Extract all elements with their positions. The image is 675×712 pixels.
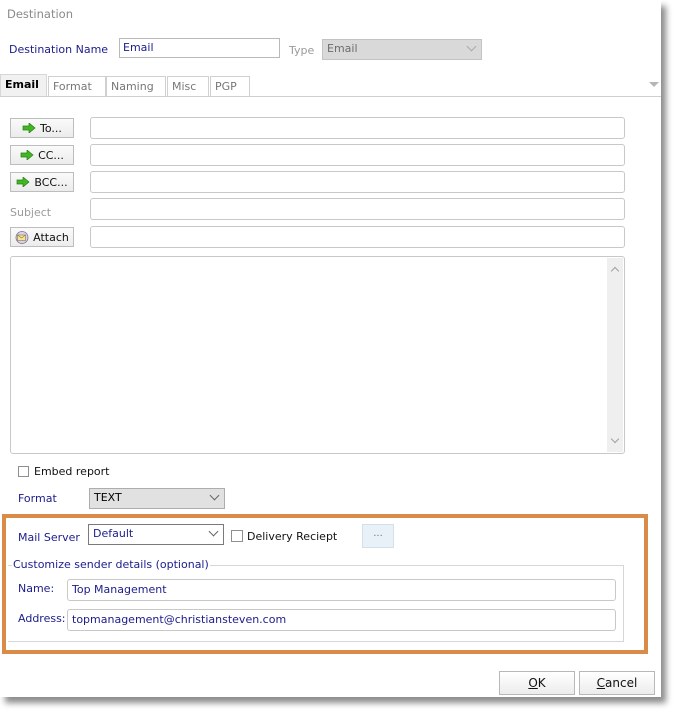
tab-misc[interactable]: Misc xyxy=(167,76,209,96)
chevron-down-icon xyxy=(208,526,219,537)
format-label: Format xyxy=(18,492,57,505)
tab-divider xyxy=(0,96,661,97)
type-select-value: Email xyxy=(327,42,358,55)
destination-name-input[interactable]: Email xyxy=(119,38,280,58)
scroll-up-icon[interactable] xyxy=(610,266,620,276)
to-input[interactable] xyxy=(90,117,625,139)
ok-label: K xyxy=(537,676,546,690)
bcc-input[interactable] xyxy=(90,171,625,193)
cancel-label: ancel xyxy=(605,676,638,690)
embed-report-checkbox[interactable] xyxy=(18,466,29,477)
format-select[interactable]: TEXT xyxy=(89,488,225,509)
attachment-envelope-icon xyxy=(15,230,29,244)
tab-email[interactable]: Email xyxy=(0,74,47,97)
mail-server-select-value: Default xyxy=(93,527,134,540)
to-button[interactable]: To... xyxy=(10,118,74,138)
sender-name-label: Name: xyxy=(18,582,55,595)
tab-strip: Email Format Naming Misc PGP xyxy=(0,74,661,97)
cc-button-label: CC... xyxy=(38,148,64,162)
sender-address-label: Address: xyxy=(18,612,66,625)
chevron-down-icon xyxy=(209,490,220,501)
green-arrow-icon xyxy=(17,177,30,187)
bcc-button-label: BCC... xyxy=(34,175,68,189)
tab-pgp[interactable]: PGP xyxy=(210,76,250,96)
mail-server-select[interactable]: Default xyxy=(88,524,224,545)
bcc-button[interactable]: BCC... xyxy=(10,172,74,192)
sender-address-input[interactable]: topmanagement@christiansteven.com xyxy=(67,609,616,631)
delivery-receipt-label: Delivery Reciept xyxy=(247,530,338,543)
cc-button[interactable]: CC... xyxy=(10,145,74,165)
ok-mnemonic: O xyxy=(528,676,538,690)
embed-report-label: Embed report xyxy=(34,465,110,478)
type-label: Type xyxy=(289,44,315,57)
tab-overflow-icon[interactable] xyxy=(649,82,659,87)
vertical-scrollbar[interactable] xyxy=(607,258,623,452)
dialog-title: Destination xyxy=(7,7,73,21)
message-body-textarea[interactable] xyxy=(10,256,625,454)
to-button-label: To... xyxy=(40,121,62,135)
chevron-down-icon xyxy=(466,41,477,52)
tab-naming[interactable]: Naming xyxy=(106,76,166,96)
sender-name-input[interactable]: Top Management xyxy=(67,579,616,601)
cc-input[interactable] xyxy=(90,144,625,166)
destination-dialog: Destination Destination Name Email Type … xyxy=(0,0,661,697)
delivery-receipt-checkbox[interactable] xyxy=(231,530,243,542)
ok-button[interactable]: OK xyxy=(499,671,575,695)
cancel-mnemonic: C xyxy=(596,676,606,690)
type-select[interactable]: Email xyxy=(322,39,482,60)
attach-button[interactable]: Attach xyxy=(10,227,74,247)
subject-label: Subject xyxy=(10,206,52,219)
tab-format[interactable]: Format xyxy=(48,76,106,96)
green-arrow-icon xyxy=(20,150,34,160)
attach-input[interactable] xyxy=(90,226,625,248)
subject-input[interactable] xyxy=(90,198,625,220)
cancel-button[interactable]: Cancel xyxy=(579,671,655,695)
mail-server-label: Mail Server xyxy=(18,531,80,544)
scroll-down-icon[interactable] xyxy=(610,434,620,444)
format-select-value: TEXT xyxy=(94,491,122,504)
mail-server-browse-button[interactable]: ... xyxy=(362,524,394,548)
sender-details-title: Customize sender details (optional) xyxy=(12,558,210,571)
green-arrow-icon xyxy=(22,123,36,133)
attach-button-label: Attach xyxy=(33,230,69,244)
destination-name-label: Destination Name xyxy=(9,43,109,56)
